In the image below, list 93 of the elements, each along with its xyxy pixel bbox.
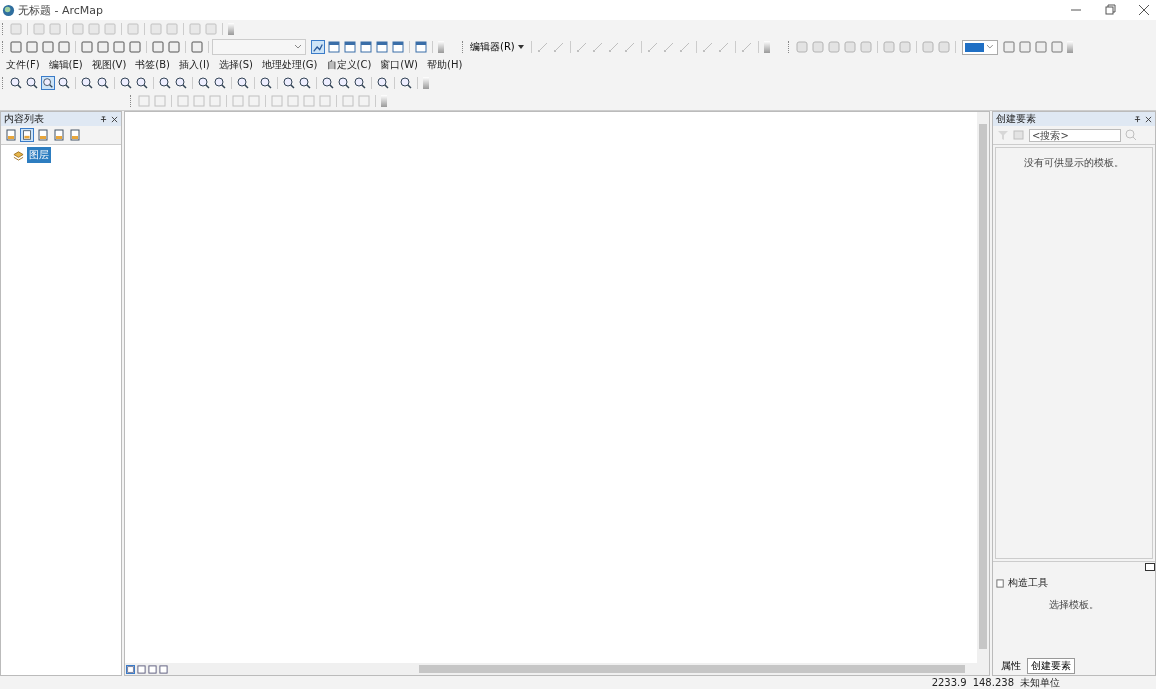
tool-icon[interactable] <box>213 76 227 90</box>
list-view-icon[interactable] <box>20 128 34 142</box>
edit-tool-icon[interactable] <box>606 40 621 54</box>
toolbar-options-icon[interactable] <box>228 23 234 35</box>
menu-item[interactable]: 帮助(H) <box>427 58 463 72</box>
tool-icon[interactable] <box>337 76 351 90</box>
tool-icon[interactable] <box>57 76 71 90</box>
scale-dropdown[interactable] <box>212 39 306 55</box>
list-view-icon[interactable] <box>4 128 18 142</box>
menu-item[interactable]: 编辑(E) <box>48 58 83 72</box>
tool-icon[interactable] <box>236 76 250 90</box>
menu-item[interactable]: 插入(I) <box>179 58 210 72</box>
tool-icon[interactable] <box>25 76 39 90</box>
layers-icon <box>13 149 24 161</box>
hint-message: 选择模板。 <box>1048 598 1100 612</box>
empty-message: 没有可供显示的模板。 <box>1023 156 1125 170</box>
list-view-icon[interactable] <box>36 128 50 142</box>
toolbar-options-icon[interactable] <box>381 95 387 107</box>
menu-item[interactable]: 选择(S) <box>218 58 253 72</box>
caret-icon <box>986 44 994 50</box>
tool-icon[interactable] <box>174 76 188 90</box>
tool-icon[interactable] <box>321 76 335 90</box>
window-title: 无标题 - ArcMap <box>18 2 104 18</box>
tool-icon[interactable] <box>9 76 23 90</box>
filter-icon[interactable] <box>996 128 1010 142</box>
dock-tab[interactable]: 属性 <box>997 658 1025 674</box>
menu-item[interactable]: 自定义(C) <box>326 58 372 72</box>
edit-tool-icon[interactable] <box>661 40 676 54</box>
edit-tool-icon[interactable] <box>535 40 550 54</box>
edit-tool-icon[interactable] <box>590 40 605 54</box>
tool-icon[interactable] <box>259 76 273 90</box>
tool-icon[interactable] <box>353 76 367 90</box>
close-icon[interactable] <box>111 115 118 123</box>
color-dropdown[interactable] <box>961 39 998 55</box>
restore-icon[interactable] <box>1104 4 1116 16</box>
window-tool-icon[interactable] <box>359 40 373 54</box>
window-tool-icon[interactable] <box>327 40 341 54</box>
tool-icon[interactable] <box>282 76 296 90</box>
list-view-icon[interactable] <box>52 128 66 142</box>
list-view-icon[interactable] <box>68 128 82 142</box>
menu-item[interactable]: 地理处理(G) <box>261 58 318 72</box>
menu-item[interactable]: 视图(V) <box>91 58 127 72</box>
close-icon[interactable] <box>1138 4 1150 16</box>
window-tool-icon[interactable] <box>343 40 357 54</box>
chart-tool-icon[interactable] <box>311 40 325 54</box>
editor-menu[interactable]: 编辑器(R) <box>468 40 517 54</box>
pin-icon[interactable] <box>1134 115 1141 123</box>
tool-icon[interactable] <box>399 76 413 90</box>
pin-icon[interactable] <box>100 115 107 123</box>
panel-title: 内容列表 <box>4 112 44 126</box>
tool-icon[interactable] <box>197 76 211 90</box>
map-units: 未知单位 <box>1020 675 1060 689</box>
tool-icon[interactable] <box>158 76 172 90</box>
collapse-icon[interactable] <box>1145 563 1155 571</box>
window-tool-icon[interactable] <box>414 40 428 54</box>
menu-item[interactable]: 窗口(W) <box>380 58 418 72</box>
search-icon[interactable] <box>1124 128 1138 142</box>
tool-icon[interactable] <box>41 76 55 90</box>
search-field[interactable]: <搜索> <box>1029 128 1121 142</box>
edit-tool-icon[interactable] <box>739 40 754 54</box>
toolbar-options-icon[interactable] <box>763 41 770 53</box>
tool-icon[interactable] <box>298 76 312 90</box>
toolbar-options-icon[interactable] <box>1066 41 1073 53</box>
edit-tool-icon[interactable] <box>574 40 589 54</box>
y-coordinate: 148.238 <box>972 677 1014 688</box>
toolbar-options-icon[interactable] <box>423 77 429 89</box>
section-title: 构造工具 <box>1008 576 1048 590</box>
edit-tool-icon[interactable] <box>716 40 731 54</box>
edit-tool-icon[interactable] <box>622 40 637 54</box>
tool-icon[interactable] <box>96 76 110 90</box>
edit-tool-icon[interactable] <box>677 40 692 54</box>
dock-tab[interactable]: 创建要素 <box>1027 658 1075 674</box>
caret-icon <box>294 44 302 50</box>
tool-icon[interactable] <box>135 76 149 90</box>
menu-item[interactable]: 书签(B) <box>135 58 170 72</box>
template-icon[interactable] <box>1012 128 1026 142</box>
tool-icon[interactable] <box>119 76 133 90</box>
window-tool-icon[interactable] <box>391 40 405 54</box>
edit-tool-icon[interactable] <box>551 40 566 54</box>
edit-sheet-icon <box>996 578 1005 588</box>
close-icon[interactable] <box>1145 115 1152 123</box>
x-coordinate: 2233.9 <box>931 677 967 688</box>
tool-icon[interactable] <box>80 76 94 90</box>
edit-tool-icon[interactable] <box>700 40 715 54</box>
layer-name[interactable]: 图层 <box>27 147 51 163</box>
caret-icon[interactable] <box>516 44 525 50</box>
menu-item[interactable]: 文件(F) <box>6 58 40 72</box>
tool-icon[interactable] <box>376 76 390 90</box>
toolbar-options-icon[interactable] <box>438 41 444 53</box>
panel-title: 创建要素 <box>996 112 1036 126</box>
window-tool-icon[interactable] <box>375 40 389 54</box>
app-logo-icon <box>2 3 15 17</box>
edit-tool-icon[interactable] <box>645 40 660 54</box>
